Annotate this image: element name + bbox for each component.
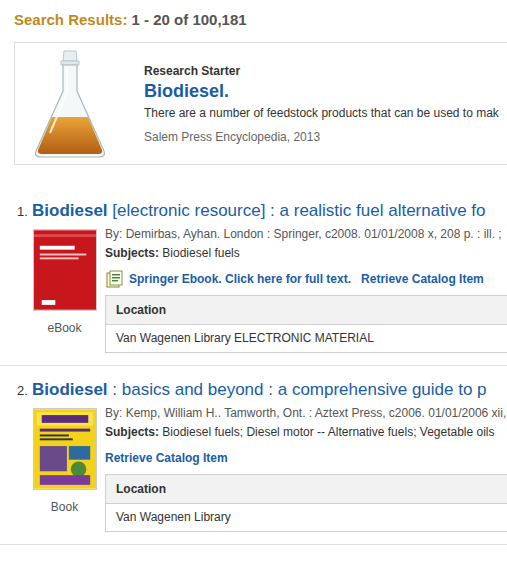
link-text[interactable]: Retrieve Catalog Item <box>105 451 228 465</box>
research-starter: Research Starter Biodiesel. There are a nu… <box>14 42 507 165</box>
format-label: eBook <box>47 321 81 335</box>
result-cover-column: eBook <box>17 225 105 353</box>
result-body: eBook By: Demirbas, Ayhan. London : Sprin… <box>17 225 507 353</box>
result-links: Springer Ebook. Click here for full text… <box>105 269 507 289</box>
link-text[interactable]: Retrieve Catalog Item <box>361 272 484 286</box>
location-header: Location <box>106 475 507 504</box>
fulltext-link[interactable]: Springer Ebook. Click here for full text… <box>105 270 351 288</box>
results-header: Search Results: 1 - 20 of 100,181 <box>0 0 507 42</box>
result-title-row: 2.Biodiesel : basics and beyond : a comp… <box>17 380 507 404</box>
document-icon <box>105 270 123 288</box>
title-rest[interactable]: : basics and beyond : a comprehensive gu… <box>108 380 487 399</box>
result-subjects: Subjects: Biodiesel fuels <box>105 243 507 263</box>
book-cover-icon <box>33 229 97 311</box>
results-count: 1 - 20 of 100,181 <box>132 11 247 28</box>
link-text[interactable]: Springer Ebook. Click here for full text… <box>129 272 351 286</box>
result-number: 2. <box>17 383 32 398</box>
flask-image <box>15 47 125 161</box>
location-row: Van Wagenen Library <box>106 504 507 531</box>
result-links: Retrieve Catalog Item <box>105 448 507 468</box>
result-item: 1.Biodiesel [electronic resource] : a re… <box>0 201 507 366</box>
location-table: LocationVan Wagenen Library <box>105 474 507 532</box>
result-details: By: Demirbas, Ayhan. London : Springer, … <box>105 225 507 353</box>
subjects-value: Biodiesel fuels <box>159 246 240 260</box>
result-title[interactable]: Biodiesel [electronic resource] : a real… <box>32 201 486 221</box>
result-body: Book By: Kemp, William H.. Tamworth, Ont.… <box>17 404 507 532</box>
location-header: Location <box>106 296 507 325</box>
subjects-label: Subjects: <box>105 246 159 260</box>
title-rest[interactable]: [electronic resource] : a realistic fuel… <box>108 201 486 220</box>
title-highlight[interactable]: Biodiesel <box>32 201 108 220</box>
starter-title[interactable]: Biodiesel. <box>144 81 499 102</box>
result-cover-column: Book <box>17 404 105 532</box>
catalog-link[interactable]: Retrieve Catalog Item <box>361 272 484 286</box>
book-cover-icon <box>33 408 97 490</box>
starter-label: Research Starter <box>144 64 499 78</box>
catalog-link[interactable]: Retrieve Catalog Item <box>105 451 228 465</box>
result-title-row: 1.Biodiesel [electronic resource] : a re… <box>17 201 507 225</box>
result-byline: By: Demirbas, Ayhan. London : Springer, … <box>105 225 507 243</box>
subjects-value: Biodiesel fuels; Diesel motor -- Alterna… <box>159 425 495 439</box>
result-number: 1. <box>17 204 32 219</box>
format-label: Book <box>51 500 78 514</box>
subjects-label: Subjects: <box>105 425 159 439</box>
location-row: Van Wagenen Library ELECTRONIC MATERIAL <box>106 325 507 352</box>
result-subjects: Subjects: Biodiesel fuels; Diesel motor … <box>105 422 507 442</box>
result-item: 2.Biodiesel : basics and beyond : a comp… <box>0 380 507 545</box>
result-byline: By: Kemp, William H.. Tamworth, Ont. : A… <box>105 404 507 422</box>
result-details: By: Kemp, William H.. Tamworth, Ont. : A… <box>105 404 507 532</box>
results-label: Search Results: <box>14 11 127 28</box>
location-table: LocationVan Wagenen Library ELECTRONIC M… <box>105 295 507 353</box>
starter-source: Salem Press Encyclopedia, 2013 <box>144 130 499 144</box>
starter-snippet: There are a number of feedstock products… <box>144 106 499 120</box>
flask-icon <box>30 47 110 161</box>
result-title[interactable]: Biodiesel : basics and beyond : a compre… <box>32 380 487 400</box>
title-highlight[interactable]: Biodiesel <box>32 380 108 399</box>
results-list: 1.Biodiesel [electronic resource] : a re… <box>0 201 507 545</box>
starter-text: Research Starter Biodiesel. There are a nu… <box>125 64 499 144</box>
